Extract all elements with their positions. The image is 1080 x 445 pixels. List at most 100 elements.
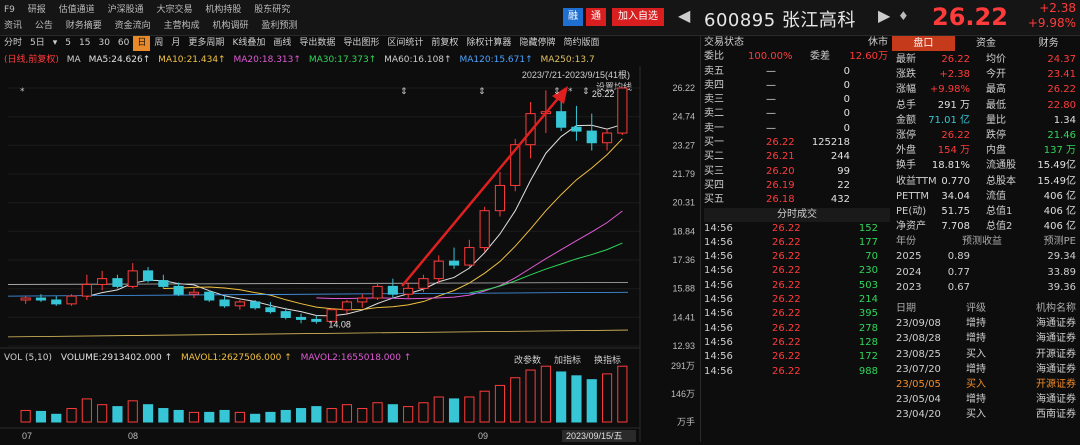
trade-row[interactable]: 14:56 26.22 278 [704,322,890,336]
connect-badge[interactable]: 通 [586,8,606,26]
add-watchlist-button[interactable]: 加入自选 [612,8,664,26]
rating-row[interactable]: 23/08/25 买入 开源证券 [892,347,1080,362]
trade-row[interactable]: 14:56 26.22 177 [704,236,890,250]
stat-row: 总手 291 万 最低 22.80 [892,98,1080,113]
y-tick-label: 24.74 [672,112,695,122]
toolbar-item[interactable]: 画线 [269,36,295,51]
toolbar-item[interactable]: 导出数据 [295,36,339,51]
trade-row[interactable]: 14:56 26.22 128 [704,336,890,350]
toolbar-item[interactable]: 5日 [26,36,49,51]
menu-block-trade[interactable]: 大宗交易 [156,5,192,15]
event-marker[interactable]: * [20,87,25,97]
trade-list[interactable]: 14:56 26.22 152 14:56 26.22 177 14:56 26.22 70 14… [704,222,890,379]
toolbar-item[interactable]: 60 [114,36,133,51]
trade-row[interactable]: 14:56 26.22 152 [704,222,890,236]
menu-business-structure[interactable]: 主营构成 [164,21,200,31]
menu-hk-connect[interactable]: 沪深股通 [108,5,144,15]
toolbar-item[interactable]: ▾ [49,36,62,51]
candle-body [51,299,62,305]
tab-1[interactable]: 资金 [955,36,1018,51]
ratings-header: 日期 评级 机构名称 [892,301,1080,316]
sell-level-row[interactable]: 卖五 — 0 [704,65,890,79]
forecast-year: 2024 [896,266,922,278]
sell-level-row[interactable]: 卖一 — 0 [704,122,890,136]
toolbar-item[interactable]: 日 [133,36,151,51]
volume-bar [372,402,383,423]
menu-profit-forecast[interactable]: 盈利预测 [261,21,297,31]
event-marker[interactable]: ⇕ [553,87,561,97]
rating-row[interactable]: 23/08/28 增持 海通证券 [892,331,1080,346]
toolbar-item[interactable]: 前复权 [427,36,462,51]
toolbar-item[interactable]: 隐藏停牌 [515,36,559,51]
range-label: 2023/7/21-2023/9/15(41根) [522,69,630,80]
event-marker[interactable]: ⇕ [582,87,590,97]
rating-row[interactable]: 23/07/20 增持 海通证券 [892,362,1080,377]
sell-level-label: 卖一 [704,122,724,134]
alert-icon[interactable]: ♦ [898,9,909,23]
event-marker[interactable]: * [568,87,573,97]
trade-row[interactable]: 14:56 26.22 70 [704,250,890,264]
toolbar-item[interactable]: 月 [167,36,184,51]
volume-bar [173,409,184,423]
trade-row[interactable]: 14:56 26.22 172 [704,350,890,364]
change-params-button[interactable]: 改参数 [514,353,541,366]
menu-institution-survey[interactable]: 机构调研 [212,21,248,31]
add-indicator-button[interactable]: 加指标 [554,353,581,366]
toolbar-item[interactable]: 区间统计 [383,36,427,51]
menu-f9[interactable]: F9 [4,5,15,15]
toolbar-item[interactable]: 更多周期 [184,36,228,51]
event-marker[interactable]: ⇕ [478,87,486,97]
kline-chart-area[interactable]: 2023/7/21-2023/9/15(41根) 设置均线 26.22 24.74 23… [0,66,700,442]
candle-body [188,291,200,295]
candle-body [173,285,184,295]
stat-value: 1.34 [1053,114,1076,126]
toolbar-item[interactable]: 15 [75,36,94,51]
buy-level-price: 26.19 [766,179,795,191]
buy-level-row[interactable]: 买五 26.18 432 [704,193,890,207]
toolbar-item[interactable]: 导出图形 [339,36,383,51]
buy-level-row[interactable]: 买三 26.20 99 [704,165,890,179]
menu-announcement[interactable]: 公告 [35,21,53,31]
switch-indicator-button[interactable]: 换指标 [594,353,621,366]
buy-level-row[interactable]: 买一 26.22 125218 [704,136,890,150]
rating-row[interactable]: 23/05/04 增持 海通证券 [892,392,1080,407]
menu-news[interactable]: 资讯 [4,21,22,31]
toolbar-item[interactable]: 简约版面 [559,36,603,51]
buy-level-row[interactable]: 买二 26.21 244 [704,150,890,164]
rating-row[interactable]: 23/05/05 买入 开源证券 [892,377,1080,392]
trade-row[interactable]: 14:56 26.22 230 [704,264,890,278]
buy-level-row[interactable]: 买四 26.19 22 [704,179,890,193]
sell-level-row[interactable]: 卖三 — 0 [704,93,890,107]
next-stock-icon[interactable]: ▶ [878,6,890,25]
toolbar-item[interactable]: K线叠加 [228,36,269,51]
trade-row[interactable]: 14:56 26.22 214 [704,293,890,307]
ratings-table[interactable]: 日期 评级 机构名称 23/09/08 增持 海通证券 23/08/28 增持 海通证券 23/0… [892,301,1080,423]
tab-2[interactable]: 财务 [1017,36,1080,51]
menu-finance-summary[interactable]: 财务摘要 [66,21,102,31]
margin-badge[interactable]: 融 [563,8,583,26]
stat-label: 涨停 [896,129,916,141]
event-marker[interactable]: ⇕ [400,87,408,97]
toolbar-item[interactable]: 周 [150,36,167,51]
toolbar-item[interactable]: 5 [61,36,75,51]
menu-institution-holding[interactable]: 机构持股 [205,5,241,15]
trade-row[interactable]: 14:56 26.22 503 [704,279,890,293]
menu-shareholder[interactable]: 股东研究 [254,5,290,15]
sell-level-row[interactable]: 卖二 — 0 [704,107,890,121]
kline-chart[interactable]: 2023/7/21-2023/9/15(41根)设置均线 26.2224.7423… [0,66,700,442]
stat-label: 收益TTM [896,175,937,187]
trade-row[interactable]: 14:56 26.22 988 [704,365,890,379]
menu-research[interactable]: 研报 [28,5,46,15]
rating-row[interactable]: 23/04/20 买入 西南证券 [892,407,1080,422]
toolbar-item[interactable]: 30 [94,36,113,51]
forecast-eps: 0.67 [947,281,970,293]
trade-row[interactable]: 14:56 26.22 395 [704,307,890,321]
menu-valuation[interactable]: 估值通道 [59,5,95,15]
sell-level-row[interactable]: 卖四 — 0 [704,79,890,93]
menu-capital-flow[interactable]: 资金流向 [115,21,151,31]
toolbar-item[interactable]: 分时 [0,36,26,51]
prev-stock-icon[interactable]: ◀ [678,6,690,25]
toolbar-item[interactable]: 除权计算器 [462,36,515,51]
rating-row[interactable]: 23/09/08 增持 海通证券 [892,316,1080,331]
tab-0[interactable]: 盘口 [892,36,955,51]
